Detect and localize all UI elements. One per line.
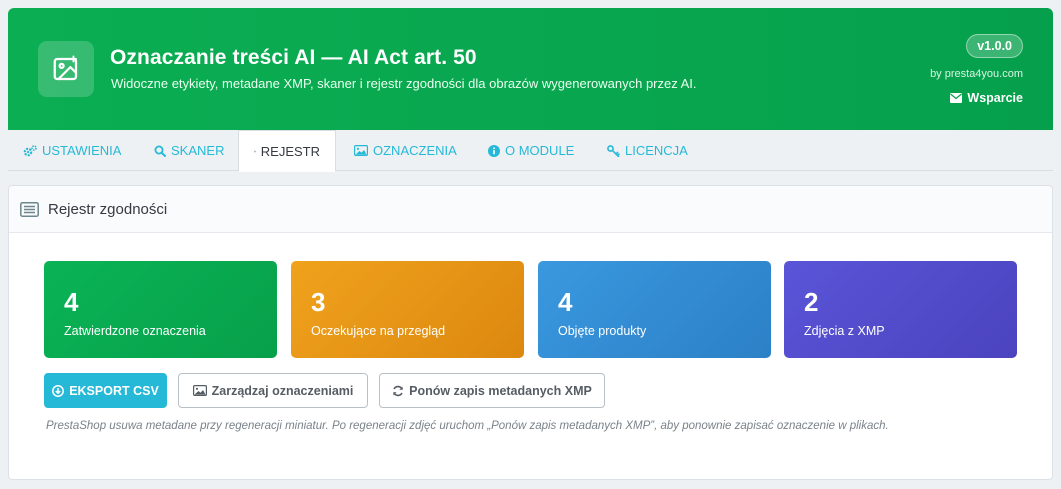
support-link[interactable]: Wsparcie: [950, 91, 1023, 105]
stat-card-approved: 4 Zatwierdzone oznaczenia: [44, 261, 277, 358]
search-icon: [154, 145, 166, 157]
gears-icon: [23, 144, 37, 156]
panel-header: Rejestr zgodności: [9, 186, 1052, 233]
stat-label: Zdjęcia z XMP: [804, 324, 885, 338]
key-icon: [607, 144, 620, 157]
tab-settings[interactable]: USTAWIENIA: [8, 130, 136, 171]
support-label: Wsparcie: [967, 91, 1023, 105]
tab-label: USTAWIENIA: [42, 143, 122, 158]
stat-label: Objęte produkty: [558, 324, 647, 338]
panel-title: Rejestr zgodności: [48, 200, 168, 218]
page-subtitle: Widoczne etykiety, metadane XMP, skaner …: [111, 76, 697, 91]
version-badge: v1.0.0: [966, 34, 1023, 58]
stat-card-xmp: 2 Zdjęcia z XMP: [784, 261, 1017, 358]
download-circle-icon: [52, 384, 65, 397]
tab-license[interactable]: LICENCJA: [592, 130, 703, 171]
tab-about[interactable]: O MODULE: [473, 130, 589, 171]
export-csv-label: EKSPORT CSV: [69, 383, 159, 398]
tab-scanner[interactable]: SKANER: [139, 130, 239, 171]
author-byline: by presta4you.com: [930, 68, 1023, 80]
xmp-note: PrestaShop usuwa metadane przy regenerac…: [46, 420, 889, 432]
export-csv-button[interactable]: EKSPORT CSV: [44, 373, 167, 408]
stat-card-products: 4 Objęte produkty: [538, 261, 771, 358]
tab-label: O MODULE: [505, 143, 575, 158]
rewrite-xmp-button[interactable]: Ponów zapis metadanych XMP: [379, 373, 605, 408]
tab-register[interactable]: REJESTR: [238, 130, 336, 172]
list-icon: [254, 150, 256, 152]
stat-value: 3: [311, 287, 326, 317]
stat-label: Zatwierdzone oznaczenia: [64, 324, 206, 338]
stat-value: 4: [558, 287, 573, 317]
tab-label: REJESTR: [260, 143, 320, 159]
info-icon: [488, 144, 500, 157]
image-icon: [192, 385, 207, 396]
rewrite-xmp-label: Ponów zapis metadanych XMP: [409, 383, 592, 398]
stat-label: Oczekujące na przegląd: [311, 324, 446, 338]
envelope-icon: [950, 93, 963, 103]
register-panel: Rejestr zgodności 4 Zatwierdzone oznacze…: [8, 185, 1053, 480]
tab-label: OZNACZENIA: [373, 143, 457, 158]
stat-value: 2: [804, 287, 819, 317]
module-header: Oznaczanie treści AI — AI Act art. 50 Wi…: [8, 8, 1053, 130]
module-tabs: USTAWIENIA SKANER REJESTR OZNACZENIA O M…: [8, 130, 1053, 172]
tab-label: SKANER: [171, 143, 225, 158]
stat-card-pending: 3 Oczekujące na przegląd: [291, 261, 524, 358]
page-title: Oznaczanie treści AI — AI Act art. 50: [110, 46, 477, 69]
refresh-icon: [393, 385, 404, 396]
manage-labels-button[interactable]: Zarządzaj oznaczeniami: [178, 373, 368, 408]
image-sparkle-icon: [38, 41, 94, 97]
manage-labels-label: Zarządzaj oznaczeniami: [211, 383, 354, 398]
stat-value: 4: [64, 287, 79, 317]
tab-label: LICENCJA: [625, 143, 688, 158]
image-icon: [354, 145, 368, 156]
list-icon: [20, 201, 39, 217]
tab-labels[interactable]: OZNACZENIA: [339, 130, 472, 171]
